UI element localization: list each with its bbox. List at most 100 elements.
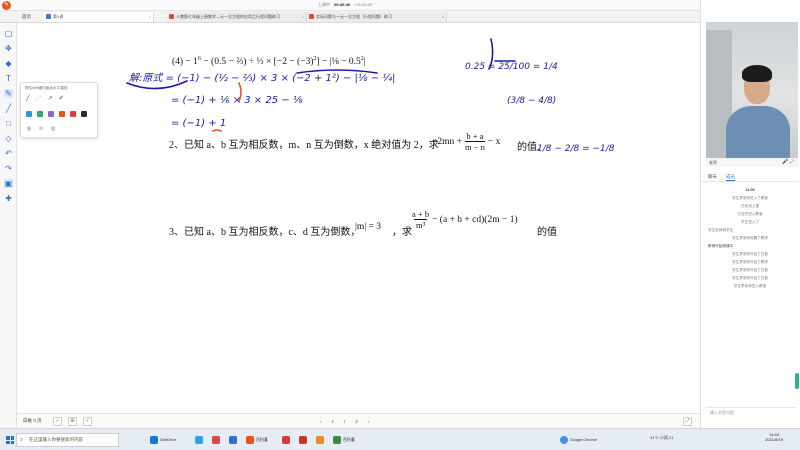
- check-icon[interactable]: ✓: [53, 417, 62, 426]
- question-3-end: 的值: [537, 227, 557, 238]
- document-icon: [309, 14, 314, 19]
- whiteboard-canvas[interactable]: (4) − 16 − (0.5 − ⅔) ÷ ⅓ × [−2 − (−3)2] …: [17, 23, 700, 413]
- taskbar-search-input[interactable]: ⌕ 在这里输入你要搜索的内容: [16, 433, 119, 447]
- line-icon[interactable]: ╱: [4, 104, 13, 113]
- page-separator: /: [344, 419, 346, 424]
- grid-icon[interactable]: ⊞: [68, 417, 77, 426]
- clock-date: 2021/8/19: [765, 437, 783, 442]
- tab-lesson-1[interactable]: 第1讲 ×: [44, 12, 154, 22]
- feed-line: 学生李老师开启了白板: [732, 276, 768, 280]
- size-large[interactable]: 粗: [51, 126, 55, 132]
- tab-home[interactable]: 首页: [22, 14, 31, 20]
- pen-types: ╱ ⋰ ↗ ✐: [26, 95, 64, 102]
- app-icon: [333, 436, 341, 444]
- pen-icon[interactable]: ╱: [26, 95, 30, 102]
- feed-line: 学生李老师设置了教学: [732, 236, 768, 240]
- numerator: b + a: [466, 131, 484, 141]
- windows-start-icon[interactable]: [6, 436, 14, 444]
- close-icon[interactable]: ×: [302, 14, 304, 19]
- taskbar-app[interactable]: [316, 433, 324, 447]
- app-icon: [316, 436, 324, 444]
- size-medium[interactable]: 中: [39, 126, 43, 132]
- system-tray-weather[interactable]: 31°C 小雨 21: [650, 435, 674, 441]
- taskbar: ⌕ 在这里输入你要搜索的内容 OneDrive 百利通 百利通 Google C…: [0, 428, 800, 450]
- pen-icon[interactable]: ✎: [4, 89, 13, 98]
- tab-label: 人教版七年级上册数学—元一次方程的应用之行程问题练习: [176, 14, 280, 19]
- screen-share-icon[interactable]: ▣: [4, 179, 13, 188]
- taskbar-app-chrome[interactable]: Google Chrome: [560, 433, 597, 447]
- question-text: 2、已知 a、b 互为相反数，m、n 互为倒数，x 绝对值为 2，求: [169, 140, 439, 151]
- highlighter-icon[interactable]: ✐: [59, 95, 64, 102]
- arrow-pen-icon[interactable]: ↗: [48, 95, 53, 102]
- video-name: 老师: [709, 160, 717, 165]
- color-swatch[interactable]: [48, 111, 54, 117]
- side-note-2: (3/8 − 4/8): [507, 96, 556, 106]
- taskbar-app[interactable]: [195, 433, 203, 447]
- color-swatch[interactable]: [37, 111, 43, 117]
- feed-line: 学生李老师开启了教学: [732, 260, 768, 264]
- taskbar-app[interactable]: [212, 433, 220, 447]
- fullscreen-icon[interactable]: ⤢: [683, 417, 692, 426]
- color-swatch[interactable]: [59, 111, 65, 117]
- app-logo-icon: ✎: [2, 1, 11, 10]
- board-page-label: 白板 0 页: [23, 418, 42, 423]
- undo-icon[interactable]: ↶: [4, 149, 13, 158]
- taskbar-app[interactable]: [282, 433, 290, 447]
- taskbar-clock[interactable]: 14:43 2021/8/19: [760, 432, 788, 442]
- message-feed: 13:50 学生李老师进入了教室 已在线上课 已全员进入教室 学生进入了 学生老…: [702, 186, 798, 290]
- cursor-icon[interactable]: ▢: [4, 29, 13, 38]
- app-label: Google Chrome: [570, 438, 597, 442]
- pager: ‹ 1 / 2 ›: [320, 417, 369, 426]
- feed-line: 学生进入了: [741, 220, 759, 224]
- taskbar-app-onedrive[interactable]: OneDrive: [150, 433, 176, 447]
- board-bottom-bar: 白板 0 页 ✓ ⊞ ✓ ‹ 1 / 2 › ⤢: [17, 413, 700, 428]
- numerator: a + b: [412, 209, 430, 219]
- next-page-icon[interactable]: ›: [368, 417, 370, 426]
- color-swatch[interactable]: [70, 111, 76, 117]
- document-icon: [46, 14, 51, 19]
- fraction: b + a m − n: [464, 131, 485, 152]
- title-bar: ✎ 上课中 00:46:40 / 01:00:00: [0, 0, 800, 11]
- microphone-icon[interactable]: 🎤 ⤢: [782, 159, 794, 165]
- taskbar-app-bailitong[interactable]: 百利通: [246, 433, 267, 447]
- chat-input[interactable]: 输入消息内容: [706, 407, 796, 418]
- question-2-end: 的值.: [517, 142, 540, 153]
- denominator: m³: [413, 219, 428, 230]
- app-label: 百利通: [256, 437, 268, 442]
- fraction: a + b m³: [412, 209, 429, 230]
- taskbar-app[interactable]: [299, 433, 307, 447]
- tab-chat[interactable]: 聊天: [708, 174, 717, 180]
- feed-line: 学生老师到学生: [708, 228, 734, 232]
- color-swatch[interactable]: [26, 111, 32, 117]
- app-icon: [229, 436, 237, 444]
- tab-lesson-3[interactable]: 实际问题与一元一次方程（行程问题）练习 ×: [307, 12, 447, 22]
- solution-line-2: = (−1) + ⅙ × 3 × 25 − ⅛: [171, 95, 303, 106]
- right-tabs: 聊天 成员: [702, 172, 798, 182]
- dashed-pen-icon[interactable]: ⋰: [36, 95, 42, 102]
- scrollbar-thumb[interactable]: [795, 373, 799, 389]
- feed-line: 学生李老师开启了白板: [732, 268, 768, 272]
- taskbar-app-bailitong-2[interactable]: 百利通: [333, 433, 354, 447]
- text-icon[interactable]: T: [4, 74, 13, 83]
- size-small[interactable]: 细: [27, 126, 31, 132]
- tools-icon[interactable]: ✚: [4, 194, 13, 203]
- color-swatch[interactable]: [81, 111, 87, 117]
- redo-icon[interactable]: ↷: [4, 164, 13, 173]
- move-icon[interactable]: ✥: [4, 44, 13, 53]
- eraser-icon[interactable]: ◇: [4, 134, 13, 143]
- laser-icon[interactable]: ◆: [4, 59, 13, 68]
- solution-line-1: 解:原式 = (−1) − (½ − ⅔) × 3 × (−2 + 1²) − …: [129, 72, 395, 84]
- tab-lesson-2[interactable]: 人教版七年级上册数学—元一次方程的应用之行程问题练习 ×: [167, 12, 307, 22]
- close-icon[interactable]: ×: [442, 14, 444, 19]
- tab-label: 实际问题与一元一次方程（行程问题）练习: [316, 14, 392, 19]
- taskbar-app[interactable]: [229, 433, 237, 447]
- question-3-abs: |m| = 3: [355, 222, 382, 232]
- pen-sizes: 细 中 粗: [27, 126, 55, 132]
- app-icon: [246, 436, 254, 444]
- solution-line-3: = (−1) + 1: [171, 118, 226, 129]
- tab-members[interactable]: 成员: [726, 174, 735, 181]
- prev-page-icon[interactable]: ‹: [320, 417, 322, 426]
- close-icon[interactable]: ×: [149, 14, 151, 19]
- rectangle-icon[interactable]: □: [4, 119, 13, 128]
- check-icon[interactable]: ✓: [83, 417, 92, 426]
